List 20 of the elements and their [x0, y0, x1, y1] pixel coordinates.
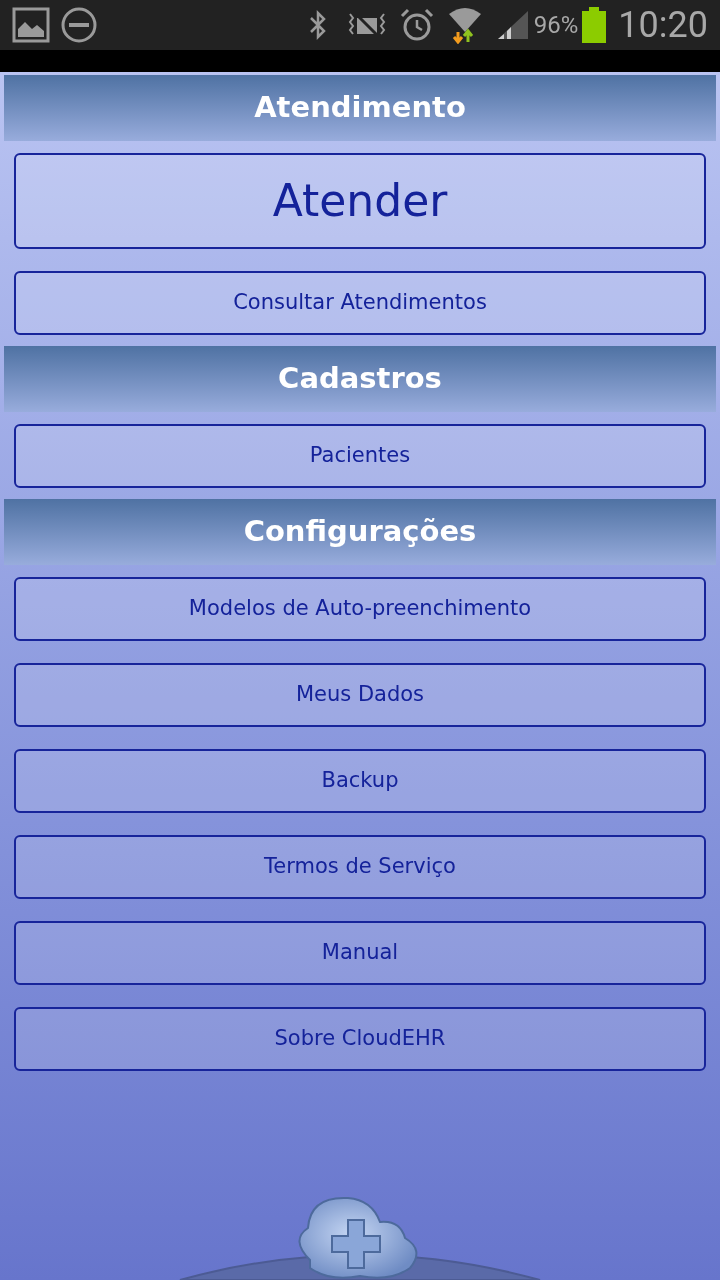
menu-button[interactable]: Sobre CloudEHR — [14, 1007, 706, 1071]
section-header: Atendimento — [4, 75, 716, 141]
alarm-icon — [399, 8, 434, 42]
clock-time: 10:20 — [618, 7, 708, 43]
menu-button[interactable]: Consultar Atendimentos — [14, 271, 706, 335]
wifi-icon — [447, 6, 482, 44]
image-icon — [12, 7, 50, 43]
section-header: Cadastros — [4, 346, 716, 412]
section-header: Configurações — [4, 499, 716, 565]
menu-button[interactable]: Modelos de Auto-preenchimento — [14, 577, 706, 641]
battery-icon — [582, 7, 607, 43]
menu-button[interactable]: Atender — [14, 153, 706, 249]
menu-button[interactable]: Pacientes — [14, 424, 706, 488]
menu-button[interactable]: Backup — [14, 749, 706, 813]
battery-percentage: 96% — [533, 10, 579, 41]
menu-button[interactable]: Manual — [14, 921, 706, 985]
menu-button[interactable]: Meus Dados — [14, 663, 706, 727]
do-not-disturb-icon — [60, 6, 98, 44]
menu-button[interactable]: Termos de Serviço — [14, 835, 706, 899]
bluetooth-icon — [307, 9, 328, 41]
